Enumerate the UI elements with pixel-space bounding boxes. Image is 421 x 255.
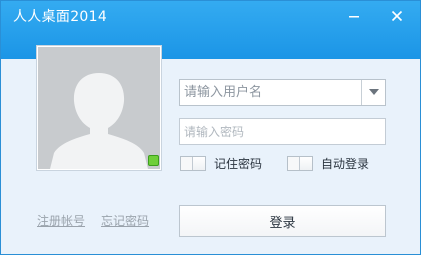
remember-password-label: 记住密码	[214, 157, 263, 171]
minimize-button[interactable]	[341, 5, 367, 27]
remember-password-checkbox[interactable]	[180, 156, 206, 171]
login-window: 人人桌面2014 记住密码 自动	[0, 0, 421, 255]
forgot-password-link[interactable]: 忘记密码	[101, 213, 149, 229]
register-link[interactable]: 注册帐号	[37, 213, 85, 229]
chevron-down-icon	[368, 89, 379, 95]
window-title: 人人桌面2014	[13, 9, 108, 25]
username-input[interactable]	[180, 80, 360, 105]
avatar[interactable]	[37, 46, 161, 170]
password-input[interactable]	[179, 118, 386, 145]
auto-login-label: 自动登录	[321, 157, 370, 171]
online-status-icon	[148, 155, 159, 166]
account-dropdown-button[interactable]	[361, 80, 385, 105]
minimize-icon	[349, 16, 359, 18]
user-silhouette-icon	[38, 47, 160, 169]
login-button[interactable]: 登录	[179, 205, 386, 237]
auto-login-checkbox[interactable]	[287, 156, 313, 171]
username-field	[179, 79, 386, 106]
close-icon	[391, 10, 403, 22]
close-button[interactable]	[384, 5, 410, 27]
